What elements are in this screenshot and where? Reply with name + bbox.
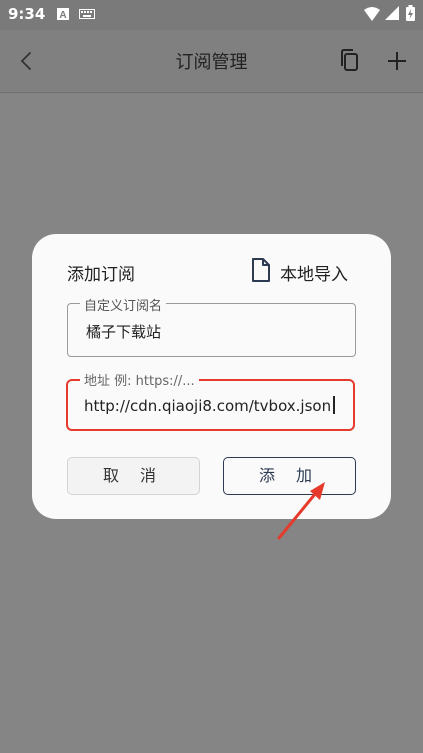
subscription-url-value: http://cdn.qiaoji8.com/tvbox.json [84,396,336,415]
copy-icon[interactable] [337,48,363,74]
subscription-name-label: 自定义订阅名 [80,295,167,314]
dialog-title: 添加订阅 [67,265,135,285]
svg-text:A: A [59,10,66,20]
subscription-url-label: 地址 例: https://... [80,370,199,389]
wifi-icon [364,7,380,21]
file-icon [252,258,270,282]
keyboard-icon [79,9,95,19]
status-bar: 9:34 A [0,0,423,30]
local-import-label: 本地导入 [280,265,348,285]
status-time: 9:34 [8,5,46,23]
signal-icon [385,6,399,20]
app-bar: 订阅管理 [0,30,423,93]
subscription-name-value: 橘子下载站 [86,323,162,341]
a-icon: A [57,8,69,20]
battery-icon [406,5,415,21]
text-cursor [333,396,336,414]
annotation-arrow-icon [277,482,325,540]
subscription-name-field[interactable]: 自定义订阅名 橘子下载站 [67,295,356,357]
cancel-button[interactable]: 取 消 [67,457,200,495]
add-subscription-dialog: 添加订阅 本地导入 自定义订阅名 橘子下载站 地址 例: https://...… [32,234,391,519]
add-icon[interactable] [384,48,410,74]
subscription-url-field[interactable]: 地址 例: https://... http://cdn.qiaoji8.com… [66,370,355,431]
